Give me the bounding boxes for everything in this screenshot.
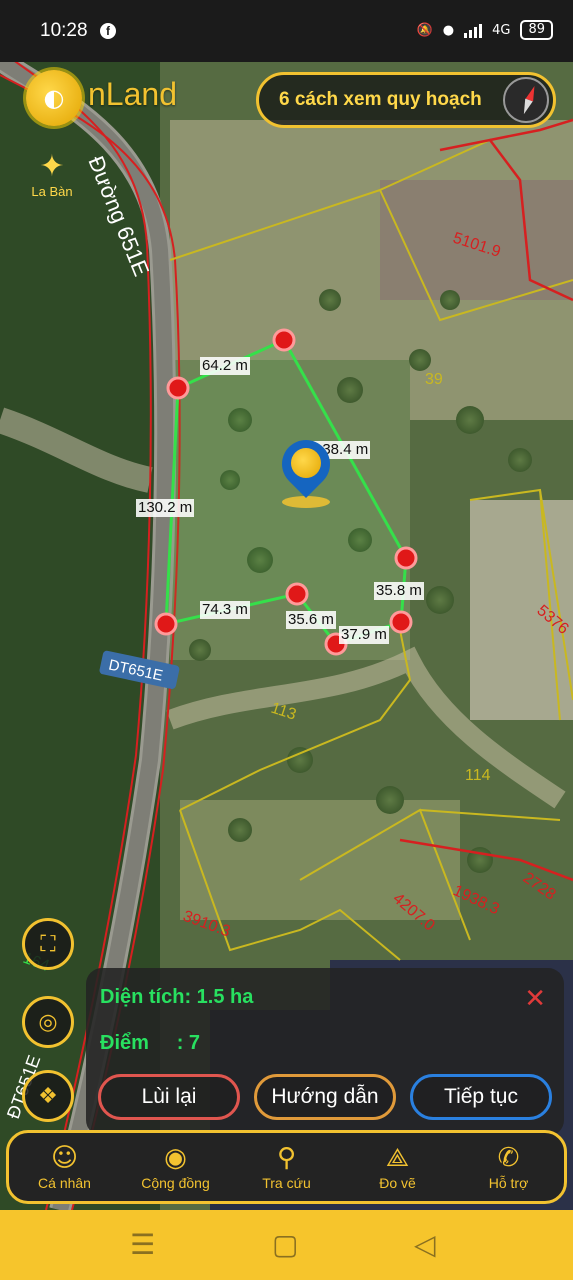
guide-button[interactable]: Hướng dẫn bbox=[254, 1074, 396, 1120]
status-bar: 10:28 f 🔕 ● 4G 89 bbox=[0, 0, 573, 62]
bottom-nav: ☺ Cá nhân ◉ Cộng đồng ⚲ Tra cứu ⟁ Đo vẽ … bbox=[6, 1130, 567, 1204]
brand-name: nLand bbox=[88, 76, 177, 112]
compass-label: La Bàn bbox=[31, 184, 73, 199]
phone-icon: ✆ bbox=[497, 1143, 520, 1173]
nav-item-measure[interactable]: ⟁ Đo vẽ bbox=[348, 1143, 448, 1191]
measure-label: 74.3 m bbox=[200, 601, 250, 619]
measure-label: 35.6 m bbox=[286, 611, 336, 629]
measure-icon: ⟁ bbox=[385, 1143, 410, 1173]
search-icon: ⚲ bbox=[276, 1143, 297, 1173]
measure-label: 64.2 m bbox=[200, 357, 250, 375]
app-logo-icon[interactable]: ◐ bbox=[26, 70, 82, 126]
target-icon: ◎ bbox=[38, 1009, 58, 1035]
nav-item-personal[interactable]: ☺ Cá nhân bbox=[15, 1143, 115, 1191]
location-icon: ● bbox=[442, 22, 455, 38]
measure-label: 35.8 m bbox=[374, 582, 424, 600]
compass-icon[interactable] bbox=[503, 77, 549, 123]
plan-view-button[interactable]: 6 cách xem quy hoạch bbox=[256, 72, 556, 128]
nav-item-community[interactable]: ◉ Cộng đồng bbox=[126, 1143, 226, 1191]
back-icon[interactable]: ◁ bbox=[414, 1228, 436, 1261]
parcel-number: 39 bbox=[425, 371, 443, 388]
layers-button[interactable]: ❖ bbox=[22, 1070, 74, 1122]
nav-label: Cộng đồng bbox=[141, 1175, 210, 1191]
points-text: Điểm : 7 bbox=[100, 1032, 201, 1054]
home-icon[interactable]: ▢ bbox=[272, 1228, 298, 1261]
compass-star-icon: ✦ bbox=[39, 149, 65, 184]
nav-label: Đo vẽ bbox=[379, 1175, 416, 1191]
mute-icon: 🔕 bbox=[416, 22, 433, 38]
battery-indicator: 89 bbox=[520, 20, 553, 40]
close-icon[interactable]: ✕ bbox=[524, 984, 546, 1014]
my-location-button[interactable]: ◎ bbox=[22, 996, 74, 1048]
battery-level: 89 bbox=[528, 22, 545, 37]
signal-icon bbox=[464, 22, 483, 38]
nav-item-support[interactable]: ✆ Hỗ trợ bbox=[459, 1143, 559, 1191]
nav-label: Hỗ trợ bbox=[488, 1175, 529, 1191]
chart-icon: ⛶ bbox=[40, 931, 56, 957]
plan-view-label: 6 cách xem quy hoạch bbox=[279, 89, 482, 110]
community-icon: ◉ bbox=[164, 1143, 187, 1173]
system-nav-bar: ☰ ▢ ◁ bbox=[0, 1210, 573, 1280]
network-label: 4G bbox=[492, 22, 511, 38]
continue-button[interactable]: Tiếp tục bbox=[410, 1074, 552, 1120]
measure-label: 130.2 m bbox=[136, 499, 195, 517]
layers-icon: ❖ bbox=[38, 1083, 58, 1109]
area-text: Diện tích: 1.5 ha bbox=[100, 986, 254, 1008]
measure-label: 37.9 m bbox=[339, 626, 389, 644]
chart-button[interactable]: ⛶ bbox=[22, 918, 74, 970]
status-icons: 🔕 ● 4G 89 bbox=[417, 20, 553, 40]
nav-label: Tra cứu bbox=[262, 1175, 311, 1191]
pin-logo-icon bbox=[291, 448, 321, 478]
compass-tool[interactable]: ✦ La Bàn bbox=[26, 149, 78, 200]
person-icon: ☺ bbox=[50, 1143, 79, 1173]
measurement-panel: Diện tích: 1.5 ha Điểm : 7 ✕ Lùi lại Hướ… bbox=[86, 968, 564, 1136]
status-time: 10:28 bbox=[40, 20, 88, 41]
parcel-number: 114 bbox=[465, 767, 491, 784]
nav-item-search[interactable]: ⚲ Tra cứu bbox=[237, 1143, 337, 1191]
recents-icon[interactable]: ☰ bbox=[130, 1228, 155, 1261]
nav-label: Cá nhân bbox=[38, 1175, 91, 1191]
undo-button[interactable]: Lùi lại bbox=[98, 1074, 240, 1120]
facebook-notification-icon: f bbox=[100, 23, 116, 39]
